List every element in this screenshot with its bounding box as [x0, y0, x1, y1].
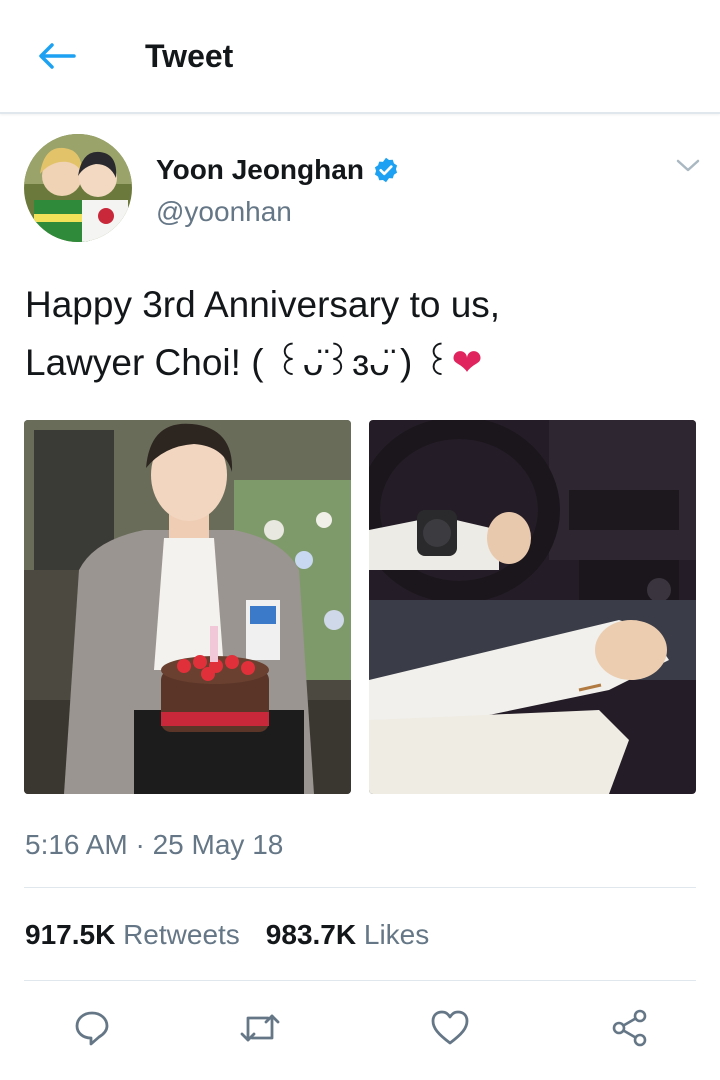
retweets-label: Retweets — [123, 919, 240, 950]
tweet-text: Happy 3rd Anniversary to us, Lawyer Choi… — [25, 276, 685, 392]
tweet-stats: 917.5K Retweets 983.7K Likes — [25, 916, 429, 954]
tweet-text-line-2: Lawyer Choi! ( ꒰ᴗ̈꒱ɜᴗ̈ ) ꒰❤ — [25, 334, 685, 392]
retweet-button[interactable] — [238, 1006, 282, 1050]
share-button[interactable] — [608, 1006, 652, 1050]
red-heart-emoji: ❤ — [451, 342, 483, 383]
reply-button[interactable] — [70, 1006, 114, 1050]
retweets-count: 917.5K — [25, 919, 116, 950]
divider — [24, 980, 696, 981]
author-name-row: Yoon Jeonghan — [156, 152, 400, 188]
tweet-photo-2[interactable] — [369, 420, 696, 794]
back-button[interactable] — [34, 36, 78, 76]
retweets-stat[interactable]: 917.5K Retweets — [25, 916, 240, 954]
reply-icon — [75, 1011, 109, 1046]
avatar[interactable] — [24, 134, 132, 242]
page-title: Tweet — [145, 38, 234, 74]
likes-label: Likes — [363, 919, 430, 950]
verified-badge-icon — [374, 157, 398, 183]
back-arrow-icon — [39, 43, 76, 69]
likes-stat[interactable]: 983.7K Likes — [266, 916, 429, 954]
like-button[interactable] — [428, 1006, 472, 1050]
tweet-text-line-1: Happy 3rd Anniversary to us, — [25, 284, 501, 325]
chevron-down-icon — [676, 159, 700, 172]
tweet-timestamp: 5:16 AM · 25 May 18 — [25, 829, 284, 860]
author-display-name[interactable]: Yoon Jeonghan — [156, 152, 364, 188]
tweet-photo-1[interactable] — [24, 420, 351, 794]
author-handle[interactable]: @yoonhan — [156, 194, 292, 230]
likes-count: 983.7K — [265, 919, 357, 950]
tweet-options-button[interactable] — [670, 148, 706, 184]
retweet-icon — [240, 1014, 280, 1042]
tweet-text-line-2-text: Lawyer Choi! ( ꒰ᴗ̈꒱ɜᴗ̈ ) ꒰ — [25, 342, 452, 383]
divider — [24, 887, 696, 888]
share-icon — [612, 1009, 647, 1047]
top-bar: Tweet — [0, 0, 720, 114]
heart-icon — [431, 1010, 469, 1045]
